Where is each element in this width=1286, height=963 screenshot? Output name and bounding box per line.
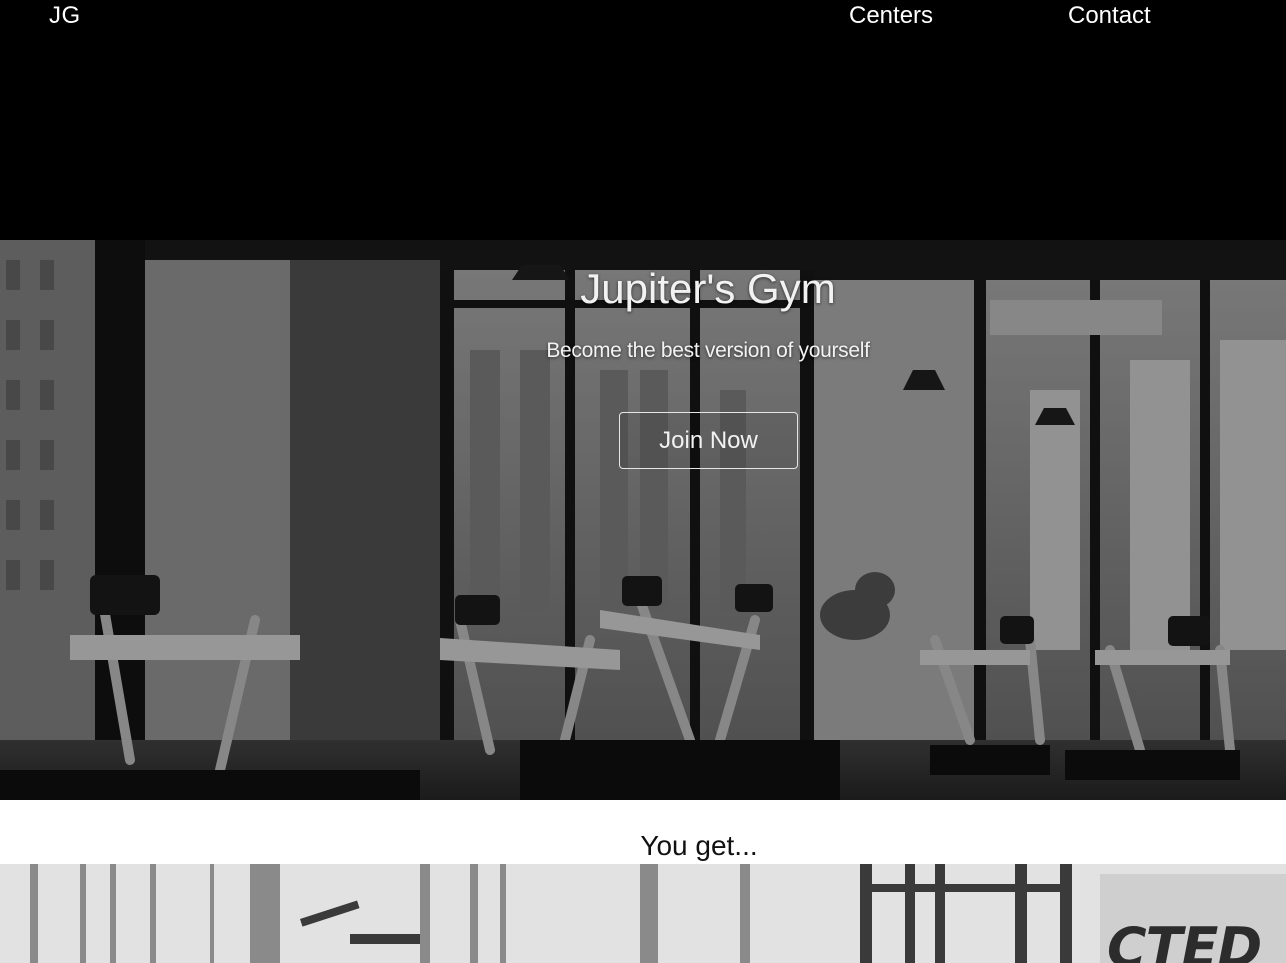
strip-wall-logo-text: CTED: [1107, 916, 1262, 963]
brand-logo[interactable]: JG: [49, 2, 81, 30]
join-now-button[interactable]: Join Now: [619, 412, 798, 469]
hero-gym-photo: [0, 240, 1286, 800]
benefits-section: You get...: [0, 800, 1286, 864]
nav-link-contact[interactable]: Contact: [1068, 2, 1151, 30]
hero-subtitle: Become the best version of yourself: [546, 339, 870, 362]
gym-equipment-photo: [0, 864, 1286, 963]
hero-title: Jupiter's Gym: [580, 265, 836, 312]
top-navigation-bar: JG Centers Contact: [0, 0, 1286, 240]
nav-link-centers[interactable]: Centers: [849, 2, 933, 30]
benefits-heading: You get...: [640, 830, 758, 861]
hero-section: Jupiter's Gym Become the best version of…: [0, 240, 1286, 800]
gym-photo-strip: CTED: [0, 864, 1286, 963]
